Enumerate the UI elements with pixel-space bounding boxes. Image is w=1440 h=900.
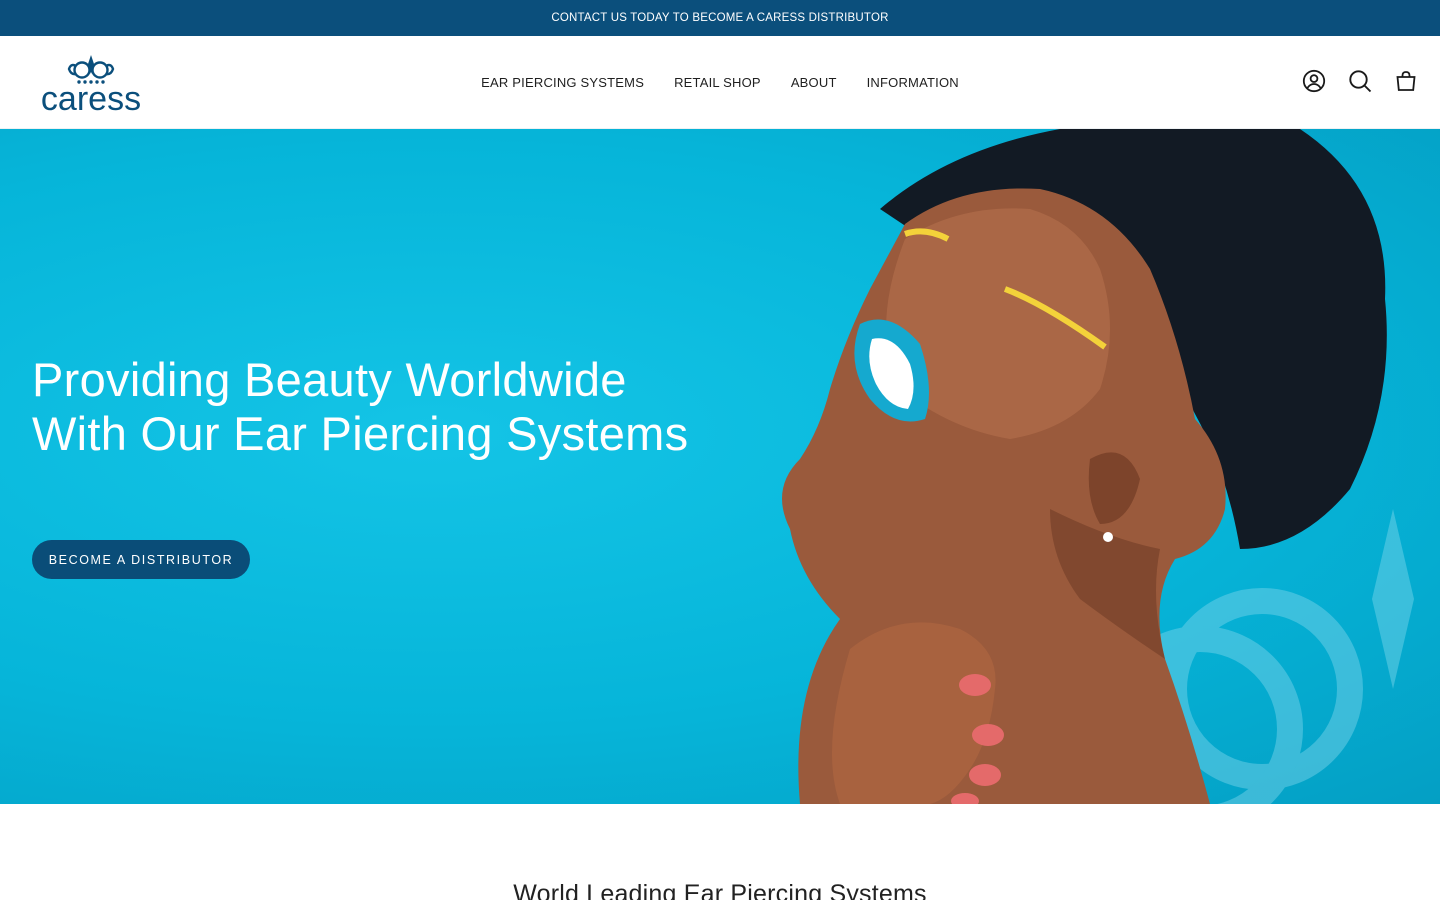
announcement-bar[interactable]: CONTACT US TODAY TO BECOME A CARESS DIST… — [0, 0, 1440, 36]
main-nav: EAR PIERCING SYSTEMS RETAIL SHOP ABOUT I… — [0, 36, 1440, 129]
search-icon[interactable] — [1348, 69, 1372, 93]
caress-logo[interactable]: caress — [32, 52, 150, 114]
header-actions — [1302, 69, 1418, 93]
site-header: caress EAR PIERCING SYSTEMS RETAIL SHOP … — [0, 36, 1440, 129]
become-distributor-button[interactable]: BECOME A DISTRIBUTOR — [32, 540, 250, 579]
cart-icon[interactable] — [1394, 69, 1418, 93]
account-icon[interactable] — [1302, 69, 1326, 93]
logo-wordmark: caress — [41, 80, 141, 114]
nav-about[interactable]: ABOUT — [791, 75, 837, 90]
hero-title: Providing Beauty Worldwide With Our Ear … — [32, 353, 689, 460]
announcement-text[interactable]: CONTACT US TODAY TO BECOME A CARESS DIST… — [551, 12, 888, 24]
section-title: World Leading Ear Piercing Systems — [513, 880, 927, 900]
caress-logo-mark: caress — [41, 55, 141, 114]
hero-banner: Providing Beauty Worldwide With Our Ear … — [0, 129, 1440, 804]
nav-retail-shop[interactable]: RETAIL SHOP — [674, 75, 761, 90]
nav-ear-piercing-systems[interactable]: EAR PIERCING SYSTEMS — [481, 75, 644, 90]
nav-information[interactable]: INFORMATION — [867, 75, 959, 90]
hero-portrait-image — [782, 129, 1414, 804]
